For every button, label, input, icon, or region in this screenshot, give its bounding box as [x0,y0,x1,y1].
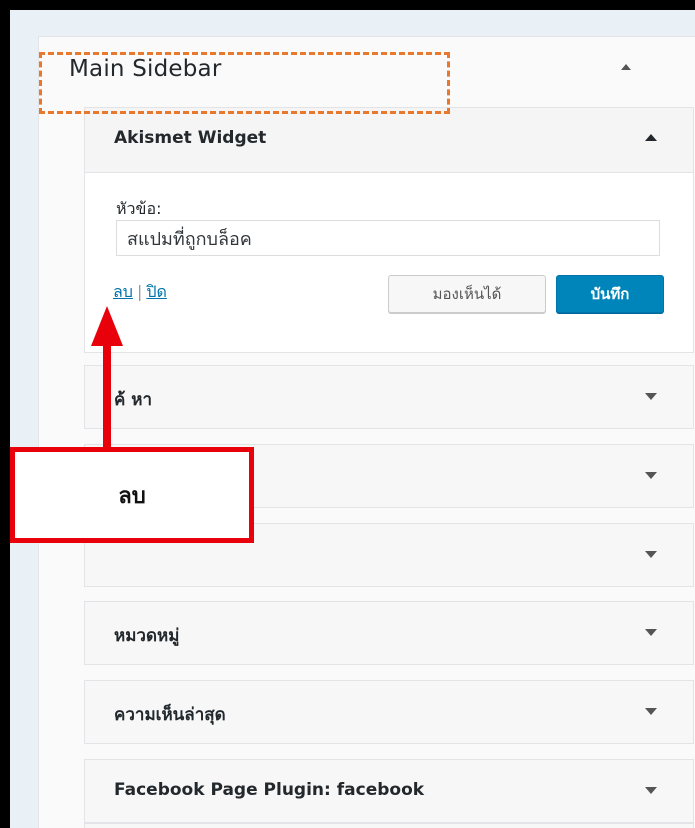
arrow-head-icon [91,306,123,346]
screenshot-canvas: Main Sidebar Akismet Widget หัวข้อ: ลบ|ป… [10,10,695,828]
callout-label: ลบ [118,484,146,509]
annotation-arrow [91,306,123,448]
annotation-callout: ลบ [10,447,254,543]
